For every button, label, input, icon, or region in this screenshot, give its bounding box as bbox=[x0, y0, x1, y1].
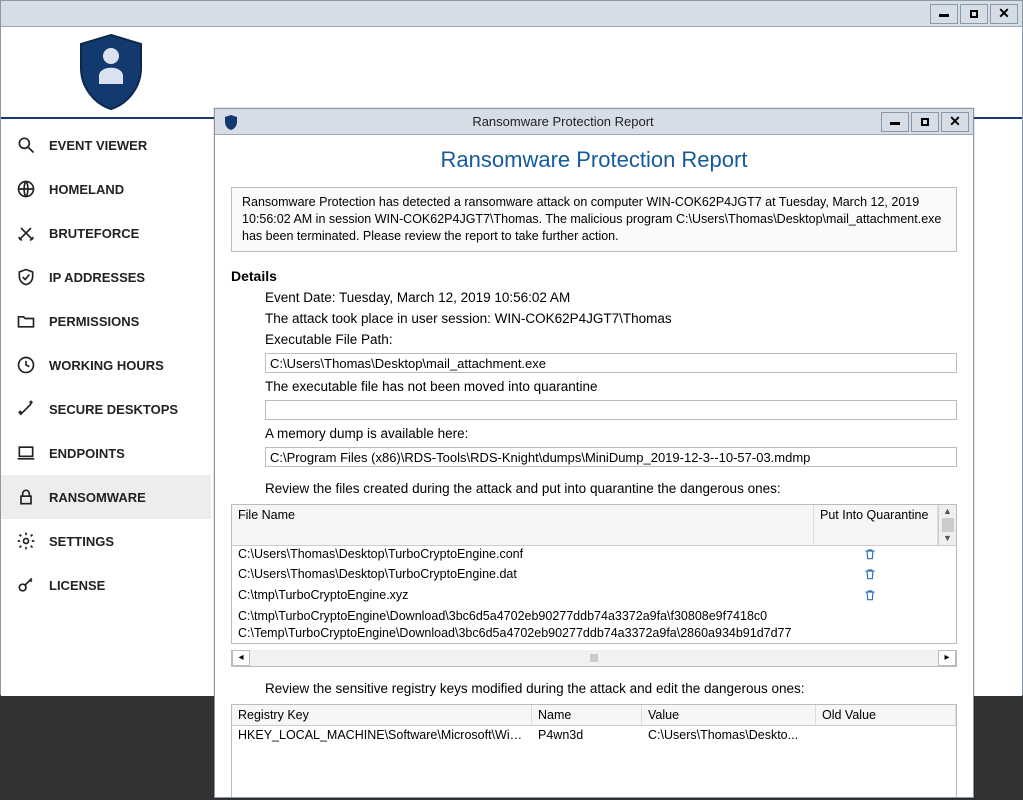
main-close-button[interactable]: ✕ bbox=[990, 4, 1018, 24]
file-path-cell: C:\Users\Thomas\Desktop\TurboCryptoEngin… bbox=[238, 547, 808, 566]
search-icon bbox=[15, 135, 37, 155]
quarantine-status: The executable file has not been moved i… bbox=[265, 379, 957, 394]
registry-column-old[interactable]: Old Value bbox=[816, 705, 956, 725]
sidebar-item-label: ENDPOINTS bbox=[49, 446, 125, 461]
main-minimize-button[interactable] bbox=[930, 4, 958, 24]
sidebar-item-endpoints[interactable]: ENDPOINTS bbox=[1, 431, 211, 475]
exe-path-field[interactable]: C:\Users\Thomas\Desktop\mail_attachment.… bbox=[265, 353, 957, 373]
shield-icon bbox=[223, 114, 239, 130]
event-date-line: Event Date: Tuesday, March 12, 2019 10:5… bbox=[265, 290, 957, 305]
file-row[interactable]: C:\Users\Thomas\Desktop\TurboCryptoEngin… bbox=[232, 546, 938, 567]
shield-check-icon bbox=[15, 267, 37, 287]
report-heading: Ransomware Protection Report bbox=[231, 147, 957, 173]
sidebar-item-homeland[interactable]: HOMELAND bbox=[1, 167, 211, 211]
sidebar-item-label: IP ADDRESSES bbox=[49, 270, 145, 285]
trash-icon[interactable] bbox=[863, 547, 877, 566]
report-minimize-button[interactable] bbox=[881, 112, 909, 132]
scroll-up-icon: ▲ bbox=[943, 507, 952, 516]
report-titlebar: Ransomware Protection Report ✕ bbox=[215, 109, 973, 135]
gear-icon bbox=[15, 531, 37, 551]
session-line: The attack took place in user session: W… bbox=[265, 311, 957, 326]
files-horizontal-scrollbar[interactable]: ◂ ▸ bbox=[231, 650, 957, 667]
sidebar-item-event-viewer[interactable]: EVENT VIEWER bbox=[1, 123, 211, 167]
details-label: Details bbox=[231, 268, 957, 284]
sidebar-item-license[interactable]: LICENSE bbox=[1, 563, 211, 607]
sidebar-item-permissions[interactable]: PERMISSIONS bbox=[1, 299, 211, 343]
trash-icon[interactable] bbox=[863, 567, 877, 586]
sidebar-item-label: BRUTEFORCE bbox=[49, 226, 139, 241]
file-row[interactable]: C:\Users\Thomas\Desktop\TurboCryptoEngin… bbox=[232, 566, 938, 587]
files-grid: File Name Put Into Quarantine ▲ ▼ C:\Use… bbox=[231, 504, 957, 644]
registry-column-name[interactable]: Name bbox=[532, 705, 642, 725]
files-vertical-scrollbar[interactable]: ▲ ▼ bbox=[938, 505, 956, 545]
sidebar: EVENT VIEWER HOMELAND BRUTEFORCE bbox=[1, 119, 211, 696]
globe-icon bbox=[15, 179, 37, 199]
swords-icon bbox=[15, 223, 37, 243]
file-path-cell: C:\tmp\TurboCryptoEngine.xyz bbox=[238, 588, 808, 607]
sidebar-item-working-hours[interactable]: WORKING HOURS bbox=[1, 343, 211, 387]
sidebar-item-label: RANSOMWARE bbox=[49, 490, 146, 505]
sidebar-item-ip-addresses[interactable]: IP ADDRESSES bbox=[1, 255, 211, 299]
sidebar-item-label: EVENT VIEWER bbox=[49, 138, 147, 153]
registry-row[interactable]: HKEY_LOCAL_MACHINE\Software\Microsoft\Wi… bbox=[232, 726, 956, 746]
sidebar-item-label: WORKING HOURS bbox=[49, 358, 164, 373]
report-summary: Ransomware Protection has detected a ran… bbox=[231, 187, 957, 252]
sidebar-item-label: SETTINGS bbox=[49, 534, 114, 549]
quarantine-cell bbox=[808, 626, 932, 642]
sidebar-item-secure-desktops[interactable]: SECURE DESKTOPS bbox=[1, 387, 211, 431]
sidebar-item-label: HOMELAND bbox=[49, 182, 124, 197]
quarantine-cell[interactable] bbox=[808, 567, 932, 586]
main-titlebar: ✕ bbox=[1, 1, 1022, 27]
files-column-quarantine[interactable]: Put Into Quarantine bbox=[814, 505, 938, 545]
trash-icon[interactable] bbox=[863, 588, 877, 607]
registry-column-key[interactable]: Registry Key bbox=[232, 705, 532, 725]
app-header bbox=[1, 27, 1022, 119]
registry-old-cell bbox=[816, 726, 956, 746]
report-close-button[interactable]: ✕ bbox=[941, 112, 969, 132]
exe-path-label: Executable File Path: bbox=[265, 332, 957, 347]
quarantine-cell[interactable] bbox=[808, 547, 932, 566]
sidebar-item-bruteforce[interactable]: BRUTEFORCE bbox=[1, 211, 211, 255]
sidebar-item-label: SECURE DESKTOPS bbox=[49, 402, 178, 417]
quarantine-cell bbox=[808, 609, 932, 625]
report-maximize-button[interactable] bbox=[911, 112, 939, 132]
sidebar-item-label: LICENSE bbox=[49, 578, 105, 593]
file-path-cell: C:\Temp\TurboCryptoEngine\Download\3bc6d… bbox=[238, 626, 808, 642]
quarantine-path-field[interactable] bbox=[265, 400, 957, 420]
clock-icon bbox=[15, 355, 37, 375]
file-row[interactable]: C:\tmp\TurboCryptoEngine\Download\3bc6d5… bbox=[232, 608, 938, 626]
key-icon bbox=[15, 575, 37, 595]
memdump-path-field[interactable]: C:\Program Files (x86)\RDS-Tools\RDS-Kni… bbox=[265, 447, 957, 467]
registry-value-cell: C:\Users\Thomas\Deskto... bbox=[642, 726, 816, 746]
file-row[interactable]: C:\tmp\TurboCryptoEngine.xyz bbox=[232, 587, 938, 608]
scroll-right-icon: ▸ bbox=[938, 650, 956, 666]
wand-icon bbox=[15, 399, 37, 419]
app-logo-shield-icon bbox=[71, 29, 151, 115]
scroll-left-icon: ◂ bbox=[232, 650, 250, 666]
registry-name-cell: P4wn3d bbox=[532, 726, 642, 746]
file-path-cell: C:\Users\Thomas\Desktop\TurboCryptoEngin… bbox=[238, 567, 808, 586]
registry-column-value[interactable]: Value bbox=[642, 705, 816, 725]
memdump-label: A memory dump is available here: bbox=[265, 426, 957, 441]
files-column-filename[interactable]: File Name bbox=[232, 505, 814, 545]
report-window-title: Ransomware Protection Report bbox=[247, 114, 879, 129]
main-maximize-button[interactable] bbox=[960, 4, 988, 24]
registry-key-cell: HKEY_LOCAL_MACHINE\Software\Microsoft\Wi… bbox=[232, 726, 532, 746]
file-path-cell: C:\tmp\TurboCryptoEngine\Download\3bc6d5… bbox=[238, 609, 808, 625]
scroll-down-icon: ▼ bbox=[943, 534, 952, 543]
sidebar-item-label: PERMISSIONS bbox=[49, 314, 139, 329]
report-window: Ransomware Protection Report ✕ Ransomwar… bbox=[214, 108, 974, 798]
sidebar-item-ransomware[interactable]: RANSOMWARE bbox=[1, 475, 211, 519]
lock-icon bbox=[15, 487, 37, 507]
quarantine-cell[interactable] bbox=[808, 588, 932, 607]
files-review-label: Review the files created during the atta… bbox=[265, 481, 957, 496]
file-row[interactable]: C:\Temp\TurboCryptoEngine\Download\3bc6d… bbox=[232, 625, 938, 643]
sidebar-item-settings[interactable]: SETTINGS bbox=[1, 519, 211, 563]
registry-review-label: Review the sensitive registry keys modif… bbox=[265, 681, 957, 696]
folder-icon bbox=[15, 311, 37, 331]
laptop-icon bbox=[15, 443, 37, 463]
registry-grid: Registry Key Name Value Old Value HKEY_L… bbox=[231, 704, 957, 797]
